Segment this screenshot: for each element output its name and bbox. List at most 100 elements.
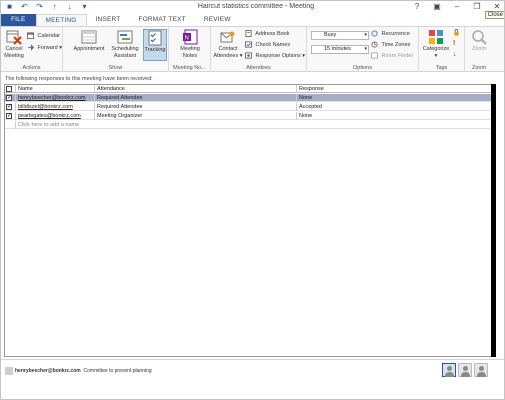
check-names-button[interactable]: Check Names	[245, 41, 290, 50]
contact-attendees-icon	[220, 31, 235, 43]
categorize-button[interactable]: Categorize ▾	[421, 29, 451, 59]
recurrence-label: Recurrence	[381, 31, 410, 37]
group-show: Appointment Scheduling Assistant Trackin…	[63, 27, 169, 72]
redo-icon[interactable]: ↷	[35, 2, 44, 11]
column-header-name[interactable]: Name	[15, 85, 94, 93]
calendar-label: Calendar	[37, 33, 60, 39]
restore-icon[interactable]: ❐	[472, 2, 482, 12]
reminder-select[interactable]: 15 minutes ▾	[311, 45, 369, 54]
scheduling-assistant-label: Scheduling Assistant	[111, 46, 139, 59]
room-finder-button[interactable]: Room Finder	[371, 52, 413, 61]
attendee-name[interactable]: henrybeecher@bonkrz.com	[15, 94, 94, 102]
private-button[interactable]	[453, 29, 462, 38]
group-zoom: Zoom Zoom	[465, 27, 493, 72]
grid-header: Name Attendance Response	[5, 85, 492, 93]
attendance-select[interactable]: Meeting Organizer	[94, 112, 296, 120]
zoom-button[interactable]: Zoom	[467, 29, 491, 53]
down-arrow-icon[interactable]: ↓	[65, 2, 74, 11]
time-zones-label: Time Zones	[381, 42, 411, 48]
person-icon[interactable]	[442, 363, 456, 377]
help-button[interactable]: ?	[412, 2, 422, 12]
row-checkbox-cell[interactable]: ✓	[5, 94, 15, 102]
group-tags-label: Tags	[435, 65, 448, 71]
ribbon-display-icon[interactable]: ▣	[432, 2, 442, 12]
cancel-meeting-button[interactable]: Cancel Meeting	[3, 29, 25, 59]
meeting-window: ■ ↶ ↷ ↑ ↓ ▾ Haircut statistics committee…	[0, 0, 505, 400]
row-checkbox[interactable]: ✓	[6, 104, 12, 110]
appointment-label: Appointment	[73, 46, 105, 52]
check-names-label: Check Names	[255, 42, 291, 48]
zoom-label: Zoom	[471, 46, 487, 52]
address-book-label: Address Book	[255, 31, 290, 37]
show-as-caret-icon: ▾	[364, 32, 367, 38]
row-checkbox[interactable]: ✓	[6, 95, 12, 101]
tab-insert[interactable]: INSERT	[87, 14, 130, 26]
title-bar: ■ ↶ ↷ ↑ ↓ ▾ Haircut statistics committee…	[1, 1, 504, 19]
appointment-icon	[81, 30, 97, 44]
high-importance-button[interactable]: !	[453, 40, 462, 49]
attendee-name[interactable]: billdiszel@bonkrz.com	[15, 103, 94, 111]
room-finder-label: Room Finder	[381, 53, 414, 59]
low-importance-button[interactable]: ↓	[453, 51, 462, 60]
tab-format-text[interactable]: FORMAT TEXT	[129, 14, 194, 26]
tracking-button[interactable]: Tracking	[143, 29, 167, 61]
tracking-grid: Name Attendance Response ✓ henrybeecher@…	[4, 84, 495, 357]
undo-icon[interactable]: ↶	[20, 2, 29, 11]
group-options-label: Options	[353, 65, 372, 71]
ribbon-tabs: FILE MEETING INSERT FORMAT TEXT REVIEW	[1, 13, 504, 26]
room-finder-icon	[371, 52, 378, 59]
table-row[interactable]: ✓ pearlegates@bonkrz.com Meeting Organiz…	[5, 112, 492, 120]
onenote-icon: N	[183, 29, 198, 45]
person-icon[interactable]	[458, 363, 472, 377]
response-value: None	[296, 94, 492, 102]
group-actions-label: Actions	[22, 65, 41, 71]
contact-attendees-button[interactable]: Contact Attendees ▾	[213, 29, 243, 59]
group-attendees-label: Attendees	[246, 65, 271, 71]
tab-file[interactable]: FILE	[1, 14, 36, 26]
contact-attendees-label: Contact Attendees	[213, 46, 239, 59]
window-title: Haircut statistics committee - Meeting	[197, 3, 315, 10]
person-icon[interactable]	[474, 363, 488, 377]
attendance-select[interactable]: Required Attendee	[94, 103, 296, 111]
categorize-icon	[429, 30, 443, 44]
meeting-notes-button[interactable]: N Meeting Notes	[173, 29, 207, 59]
scheduling-assistant-button[interactable]: Scheduling Assistant	[109, 29, 141, 59]
column-header-attendance[interactable]: Attendance	[94, 85, 296, 93]
calendar-button[interactable]: Calendar	[27, 32, 60, 41]
minimize-icon[interactable]: –	[452, 2, 462, 12]
address-book-button[interactable]: Address Book	[245, 30, 289, 39]
lock-icon	[454, 29, 459, 36]
add-row-spacer	[5, 121, 15, 129]
row-checkbox-cell[interactable]: ✓	[5, 103, 15, 111]
recurrence-icon	[371, 30, 378, 37]
add-name-row[interactable]: Click here to add a name	[5, 121, 492, 129]
show-as-select[interactable]: Busy ▾	[311, 31, 369, 40]
attendee-name[interactable]: pearlegates@bonkrz.com	[15, 112, 94, 120]
cancel-meeting-label: Cancel Meeting	[4, 46, 24, 59]
appointment-button[interactable]: Appointment	[71, 29, 107, 53]
save-icon[interactable]: ■	[5, 2, 14, 11]
attendance-select[interactable]: Required Attendee	[94, 94, 296, 102]
row-checkbox[interactable]: ✓	[6, 113, 12, 119]
column-header-response[interactable]: Response	[296, 85, 492, 93]
row-checkbox-cell[interactable]: ✓	[5, 112, 15, 120]
grid-right-edge	[491, 84, 496, 357]
recurrence-button[interactable]: Recurrence	[371, 30, 410, 39]
response-options-button[interactable]: Response Options ▾	[245, 52, 305, 61]
svg-text:N: N	[185, 36, 189, 42]
tab-review[interactable]: REVIEW	[195, 14, 240, 26]
qat-dropdown-icon[interactable]: ▾	[80, 2, 89, 11]
time-zones-button[interactable]: Time Zones	[371, 41, 410, 50]
up-arrow-icon[interactable]: ↑	[50, 2, 59, 11]
group-tags: Categorize ▾ ! ↓ Tags	[419, 27, 465, 72]
tab-meeting[interactable]: MEETING	[35, 14, 87, 26]
status-sender[interactable]: henrybeecher@bonkrz.com	[15, 368, 81, 374]
header-select-cell[interactable]	[5, 85, 15, 93]
low-importance-icon: ↓	[453, 51, 457, 59]
forward-button[interactable]: Forward ▾	[27, 44, 62, 53]
table-row[interactable]: ✓ billdiszel@bonkrz.com Required Attende…	[5, 103, 492, 111]
add-name-input[interactable]: Click here to add a name	[15, 121, 135, 129]
forward-icon	[27, 44, 34, 51]
table-row[interactable]: ✓ henrybeecher@bonkrz.com Required Atten…	[5, 94, 492, 102]
categorize-label: Categorize	[422, 46, 450, 52]
